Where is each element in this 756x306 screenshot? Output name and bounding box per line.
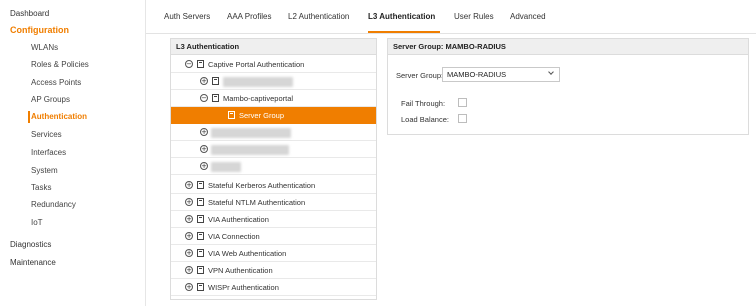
document-icon [197, 198, 204, 206]
expand-icon[interactable]: + [185, 215, 193, 223]
tab-bar: Auth Servers AAA Profiles L2 Authenticat… [146, 0, 756, 34]
tree-row-stateful-ntlm[interactable]: + Stateful NTLM Authentication [171, 194, 376, 211]
document-icon [197, 249, 204, 257]
server-group-panel-header: Server Group: MAMBO-RADIUS [388, 39, 748, 55]
nav-item-roles-policies[interactable]: Roles & Policies [31, 60, 89, 69]
redacted-label [223, 77, 293, 87]
nav-item-iot[interactable]: IoT [31, 218, 43, 227]
expand-icon[interactable]: + [200, 77, 208, 85]
nav-item-access-points[interactable]: Access Points [31, 78, 81, 87]
load-balance-checkbox[interactable] [458, 114, 467, 123]
tree-row-vpn-authentication[interactable]: + VPN Authentication [171, 262, 376, 279]
tree-row-label: VIA Web Authentication [208, 249, 287, 258]
fail-through-label: Fail Through: [401, 99, 446, 108]
document-icon [228, 111, 235, 119]
nav-configuration[interactable]: Configuration [10, 25, 69, 35]
server-group-label: Server Group: [396, 71, 444, 80]
nav-dashboard[interactable]: Dashboard [10, 9, 49, 18]
tree-row-captive-portal[interactable]: − Captive Portal Authentication [171, 56, 376, 73]
tree-row-stateful-kerberos[interactable]: + Stateful Kerberos Authentication [171, 177, 376, 194]
chevron-down-icon [548, 69, 554, 75]
tab-advanced[interactable]: Advanced [510, 12, 546, 21]
redacted-label [211, 128, 291, 138]
tree-row-mambo-captiveportal[interactable]: − Mambo-captiveportal [171, 90, 376, 107]
tab-aaa-profiles[interactable]: AAA Profiles [227, 12, 271, 21]
tree-row-label: Stateful Kerberos Authentication [208, 181, 316, 190]
expand-icon[interactable]: + [185, 181, 193, 189]
document-icon [212, 94, 219, 102]
nav-item-services[interactable]: Services [31, 130, 62, 139]
nav-item-ap-groups[interactable]: AP Groups [31, 95, 70, 104]
server-group-panel: Server Group: MAMBO-RADIUS Server Group:… [387, 38, 749, 135]
redacted-label [211, 162, 241, 172]
tree-row-label: VIA Connection [208, 232, 260, 241]
document-icon [197, 181, 204, 189]
tree-row-label: VIA Authentication [208, 215, 269, 224]
tree-row-label: VPN Authentication [208, 266, 273, 275]
collapse-icon[interactable]: − [185, 60, 193, 68]
document-icon [197, 60, 204, 68]
active-indicator [28, 111, 30, 123]
tab-l3-authentication[interactable]: L3 Authentication [368, 12, 435, 21]
fail-through-checkbox[interactable] [458, 98, 467, 107]
nav-maintenance[interactable]: Maintenance [10, 258, 56, 267]
nav-item-redundancy[interactable]: Redundancy [31, 200, 76, 209]
expand-icon[interactable]: + [185, 283, 193, 291]
expand-icon[interactable]: + [185, 198, 193, 206]
server-group-select[interactable]: MAMBO-RADIUS [442, 67, 560, 82]
nav-diagnostics[interactable]: Diagnostics [10, 240, 51, 249]
expand-icon[interactable]: + [200, 128, 208, 136]
expand-icon[interactable]: + [185, 232, 193, 240]
tree-row-captive-profile-3[interactable]: + [171, 141, 376, 158]
tree-row-captive-profile-1[interactable]: + [171, 73, 376, 90]
expand-icon[interactable]: + [185, 249, 193, 257]
tree-row-label: WISPr Authentication [208, 283, 279, 292]
tree-row-via-authentication[interactable]: + VIA Authentication [171, 211, 376, 228]
document-icon [212, 77, 219, 85]
expand-icon[interactable]: + [200, 145, 208, 153]
nav-item-tasks[interactable]: Tasks [31, 183, 51, 192]
tree-row-via-web-authentication[interactable]: + VIA Web Authentication [171, 245, 376, 262]
tree-row-via-connection[interactable]: + VIA Connection [171, 228, 376, 245]
server-group-select-value: MAMBO-RADIUS [447, 70, 507, 79]
expand-icon[interactable]: + [200, 162, 208, 170]
tab-auth-servers[interactable]: Auth Servers [164, 12, 210, 21]
expand-icon[interactable]: + [185, 266, 193, 274]
tree-row-label: Mambo-captiveportal [223, 94, 294, 103]
document-icon [197, 232, 204, 240]
nav-item-authentication[interactable]: Authentication [31, 112, 87, 121]
nav-item-interfaces[interactable]: Interfaces [31, 148, 66, 157]
tree-row-label: Stateful NTLM Authentication [208, 198, 306, 207]
l3-authentication-tree: L3 Authentication − Captive Portal Authe… [170, 38, 377, 300]
redacted-label [211, 145, 289, 155]
document-icon [197, 266, 204, 274]
tab-l2-authentication[interactable]: L2 Authentication [288, 12, 349, 21]
tree-row-wispr-authentication[interactable]: + WISPr Authentication [171, 279, 376, 296]
tree-row-captive-profile-2[interactable]: + [171, 124, 376, 141]
sidebar: Dashboard Configuration WLANs Roles & Po… [0, 0, 146, 306]
load-balance-label: Load Balance: [401, 115, 449, 124]
document-icon [197, 215, 204, 223]
nav-item-system[interactable]: System [31, 166, 58, 175]
tree-row-captive-profile-4[interactable]: + [171, 158, 376, 175]
tree-row-label: Server Group [239, 111, 285, 120]
collapse-icon[interactable]: − [200, 94, 208, 102]
tree-row-server-group[interactable]: Server Group [171, 107, 376, 124]
tree-header: L3 Authentication [171, 39, 376, 55]
document-icon [197, 283, 204, 291]
active-tab-underline [368, 31, 440, 33]
tab-user-rules[interactable]: User Rules [454, 12, 494, 21]
tree-row-label: Captive Portal Authentication [208, 60, 305, 69]
nav-item-wlans[interactable]: WLANs [31, 43, 58, 52]
